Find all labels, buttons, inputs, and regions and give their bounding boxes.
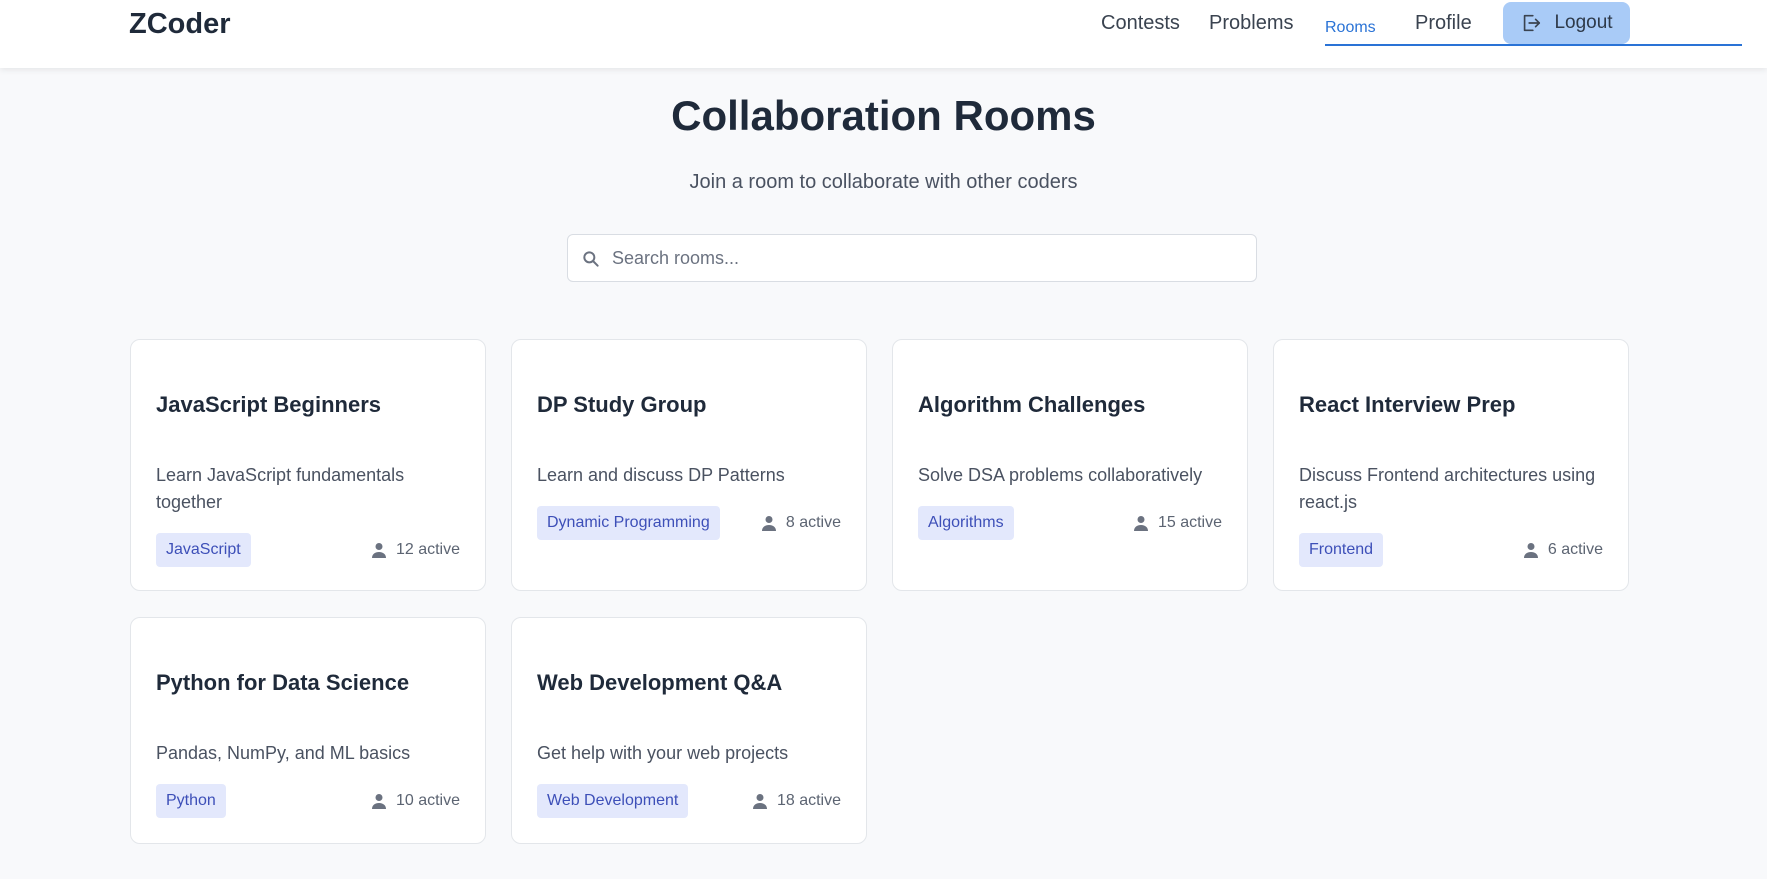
room-tag: Python xyxy=(156,784,226,818)
room-description: Solve DSA problems collaboratively xyxy=(918,465,1203,485)
user-icon xyxy=(761,516,776,531)
user-icon xyxy=(752,794,767,809)
room-title: Python for Data Science xyxy=(156,670,410,695)
user-icon xyxy=(1523,543,1538,558)
room-card[interactable]: JavaScript Beginners Learn JavaScript fu… xyxy=(130,339,486,591)
active-count: 6 active xyxy=(1523,533,1603,567)
room-tag: Web Development xyxy=(537,784,689,818)
nav-problems[interactable]: Problems xyxy=(1209,12,1293,48)
active-count: 10 active xyxy=(371,784,460,818)
room-title: Web Development Q&A xyxy=(537,670,783,695)
room-title: JavaScript Beginners xyxy=(156,392,381,417)
active-count-label: 12 active xyxy=(395,541,460,558)
logout-button[interactable]: Logout xyxy=(1503,2,1630,44)
room-card[interactable]: DP Study Group Learn and discuss DP Patt… xyxy=(511,339,867,591)
active-count: 18 active xyxy=(752,784,841,818)
logout-icon xyxy=(1524,14,1541,32)
active-count-label: 6 active xyxy=(1547,541,1603,558)
room-tag: Dynamic Programming xyxy=(537,506,720,540)
room-description: Pandas, NumPy, and ML basics xyxy=(156,743,411,763)
active-count: 15 active xyxy=(1133,506,1222,540)
user-icon xyxy=(371,543,386,558)
room-title: React Interview Prep xyxy=(1299,392,1516,417)
room-card[interactable]: React Interview Prep Discuss Frontend ar… xyxy=(1273,339,1629,591)
search-icon xyxy=(583,251,599,267)
nav-contests[interactable]: Contests xyxy=(1101,12,1180,48)
room-tag: JavaScript xyxy=(156,533,251,567)
room-description: Learn JavaScript fundamentals together xyxy=(156,465,405,512)
brand-logo[interactable]: ZCoder xyxy=(129,8,231,41)
active-count: 12 active xyxy=(371,533,460,567)
room-tag: Algorithms xyxy=(918,506,1014,540)
page-title: Collaboration Rooms xyxy=(671,92,1096,139)
room-description: Get help with your web projects xyxy=(537,743,789,763)
search-bar xyxy=(567,234,1257,282)
room-card[interactable]: Algorithm Challenges Solve DSA problems … xyxy=(892,339,1248,591)
user-icon xyxy=(371,794,386,809)
room-card[interactable]: Python for Data Science Pandas, NumPy, a… xyxy=(130,617,486,844)
room-title: DP Study Group xyxy=(537,392,707,417)
room-card[interactable]: Web Development Q&A Get help with your w… xyxy=(511,617,867,844)
search-input[interactable] xyxy=(612,235,1242,281)
room-description: Learn and discuss DP Patterns xyxy=(537,465,785,485)
active-count-label: 15 active xyxy=(1157,514,1222,531)
nav-profile[interactable]: Profile xyxy=(1415,12,1472,48)
room-tag: Frontend xyxy=(1299,533,1384,567)
active-count: 8 active xyxy=(761,506,841,540)
active-count-label: 10 active xyxy=(395,792,460,809)
page-subtitle: Join a room to collaborate with other co… xyxy=(689,171,1078,193)
active-count-label: 8 active xyxy=(785,514,841,531)
room-title: Algorithm Challenges xyxy=(918,392,1146,417)
user-icon xyxy=(1133,516,1148,531)
navbar: ZCoder Contests Problems Rooms Profile L… xyxy=(0,0,1767,68)
room-description: Discuss Frontend architectures using rea… xyxy=(1299,465,1596,512)
active-count-label: 18 active xyxy=(776,792,841,809)
logout-label: Logout xyxy=(1554,12,1613,33)
